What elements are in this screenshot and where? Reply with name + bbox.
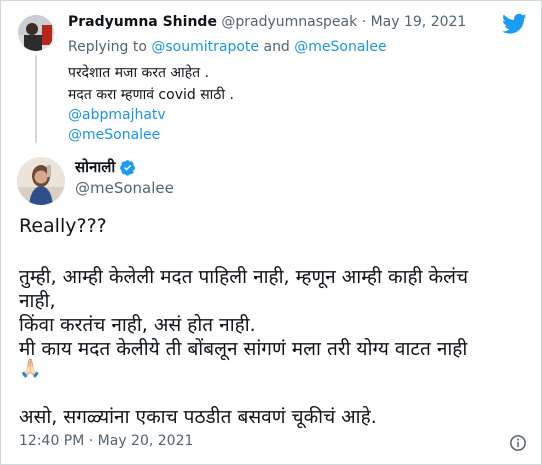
reply-text-line: मदत करा म्हणावं covid साठी . <box>68 87 234 103</box>
separator-dot: · <box>361 14 367 30</box>
reply-mention-link[interactable]: @abpmajhatv <box>68 107 166 123</box>
reply-avatar[interactable] <box>18 15 54 51</box>
tweet-text-line: तुम्ही, आम्ही केलेली मदत पाहिली नाही, म्… <box>19 266 469 288</box>
replying-to-mention-2[interactable]: @meSonalee <box>294 39 386 55</box>
tweet-text-line: मी काय मदत केलीये ती बोंबलून सांगणं मला … <box>19 338 468 360</box>
author-name[interactable]: सोनाली <box>75 157 115 177</box>
tweet-card: Pradyumna Shinde @pradyumnaspeak · May 1… <box>0 0 542 465</box>
replying-to: Replying to @soumitrapote and @meSonalee <box>68 39 387 55</box>
reply-header: Pradyumna Shinde @pradyumnaspeak · May 1… <box>68 14 466 30</box>
reply-author-handle[interactable]: @pradyumnaspeak <box>221 14 357 30</box>
pray-emoji: 🙏🏻 <box>19 358 42 379</box>
verified-badge-icon <box>120 159 136 176</box>
reply-mention-link[interactable]: @meSonalee <box>68 127 160 143</box>
replying-to-prefix: Replying to <box>68 39 147 55</box>
twitter-bird-icon[interactable] <box>502 13 527 35</box>
tweet-text-line: नाही, <box>19 290 56 312</box>
tweet-text-line: किंवा करतंच नाही, असं होत नाही. <box>19 314 256 336</box>
reply-text-line: परदेशात मजा करत आहेत . <box>68 65 210 81</box>
author-avatar[interactable] <box>17 157 65 205</box>
replying-to-mention-1[interactable]: @soumitrapote <box>151 39 259 55</box>
info-icon[interactable] <box>509 434 527 452</box>
tweet-timestamp[interactable]: 12:40 PM · May 20, 2021 <box>19 433 193 449</box>
author-handle[interactable]: @meSonalee <box>75 179 174 197</box>
thread-line <box>35 55 37 143</box>
author-name-row: सोनाली <box>75 157 136 177</box>
reply-date[interactable]: May 19, 2021 <box>371 14 467 30</box>
tweet-text-line: Really??? <box>19 215 107 237</box>
replying-to-and: and <box>263 39 290 55</box>
reply-author-name[interactable]: Pradyumna Shinde <box>68 14 217 30</box>
tweet-text-line: असो, सगळ्यांना एकाच पठडीत बसवणं चूकीचं आ… <box>19 406 377 428</box>
